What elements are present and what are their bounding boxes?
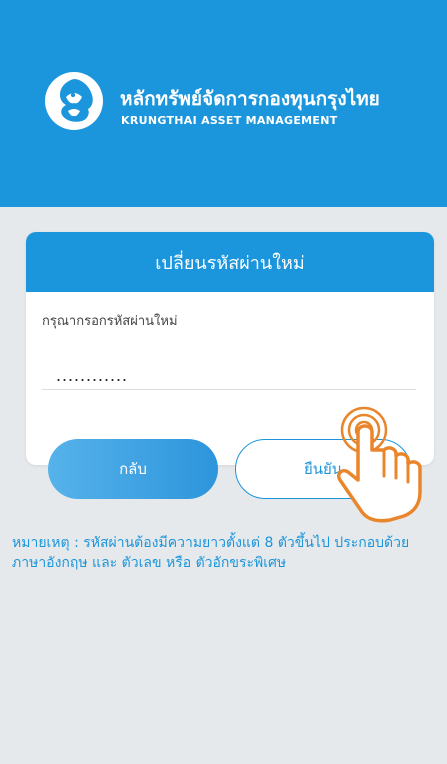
tap-hand-icon — [336, 406, 422, 523]
card-title: เปลี่ยนรหัสผ่านใหม่ — [26, 232, 434, 292]
app-header: หลักทรัพย์จัดการกองทุนกรุงไทย KRUNGTHAI … — [0, 0, 447, 207]
password-requirement-note: หมายเหตุ : รหัสผ่านต้องมีความยาวตั้งแต่ … — [12, 535, 410, 571]
garuda-logo-icon — [45, 72, 103, 130]
new-password-label: กรุณากรอกรหัสผ่านใหม่ — [42, 314, 178, 329]
brand-name-english: KRUNGTHAI ASSET MANAGEMENT — [121, 114, 338, 127]
brand-name-thai: หลักทรัพย์จัดการกองทุนกรุงไทย — [120, 88, 380, 110]
new-password-input[interactable] — [42, 362, 416, 390]
back-button[interactable]: กลับ — [48, 439, 218, 499]
